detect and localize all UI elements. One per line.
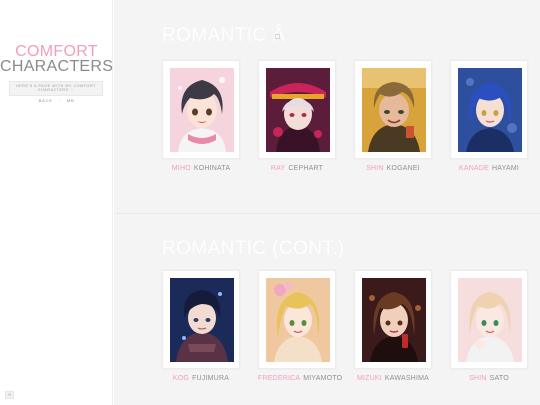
character-last-name: MIYAMOTO [303,375,343,382]
portrait-mizuki-icon [362,278,426,362]
section-marker-icon [275,34,280,39]
character-card[interactable] [162,60,240,159]
nav-link-mb[interactable]: MB [67,98,75,103]
site-title-line1: COMFORT [15,43,98,60]
character-first-name: SHIN [366,165,384,172]
character-last-name: CEPHART [288,165,324,172]
character-name: FREDERICA MIYAMOTO [258,375,342,382]
character-last-name: SATO [489,375,509,382]
description-box: HERE'S A PAGE WITH MY COMFORT CHARACTERS… [9,81,103,96]
portrait-shin-sato-icon [458,278,522,362]
character-first-name: KANADE [459,165,489,172]
sidebar: COMFORT CHARACTERS HERE'S A PAGE WITH MY… [0,0,113,405]
portrait-kanade-icon [458,68,522,152]
description-text: CHARACTERS [37,88,69,93]
section-divider [114,213,540,214]
character-name: MIHO KOHINATA [162,165,240,172]
character-card[interactable] [258,60,336,159]
description-line2: CHARACTERS ♡ [10,88,102,92]
character-card[interactable] [450,270,528,369]
portrait-miho-icon [170,68,234,152]
corner-toggle-button[interactable]: » [5,391,14,399]
character-name: KANADE HAYAMI [450,165,528,172]
character-card[interactable] [354,60,432,159]
character-first-name: FREDERICA [258,375,301,382]
character-first-name: MIHO [171,165,191,172]
character-card[interactable] [162,270,240,369]
section-title-romantic: ROMANTIC Â [162,25,286,46]
sidebar-nav: BACK · MB [0,98,113,103]
site-title-line2: CHARACTERS [0,58,114,75]
portrait-frederica-icon [266,278,330,362]
character-first-name: RAY [270,165,286,172]
main-content: ROMANTIC Â MIHO KOHINATA RAY CEPHART SHI… [114,0,540,405]
heart-icon: ♡ [70,88,75,93]
character-name: MIZUKI KAWASHIMA [354,375,432,382]
character-first-name: MIZUKI [357,375,382,382]
character-last-name: FUJIMURA [192,375,230,382]
character-card[interactable] [258,270,336,369]
character-first-name: KOG [172,375,190,382]
portrait-ray-icon [266,68,330,152]
character-card[interactable] [354,270,432,369]
character-card[interactable] [450,60,528,159]
character-last-name: KAWASHIMA [384,375,429,382]
character-last-name: KOGANEI [386,165,420,172]
character-name: SHIN KOGANEI [354,165,432,172]
character-name: KOG FUJIMURA [162,375,240,382]
character-last-name: HAYAMI [492,165,519,172]
character-name: SHIN SATO [450,375,528,382]
character-first-name: SHIN [469,375,487,382]
section-title-romantic-cont: ROMANTIC (CONT.) [162,238,345,259]
portrait-fujimura-icon [170,278,234,362]
character-name: RAY CEPHART [258,165,336,172]
site-title: COMFORT CHARACTERS [0,43,114,75]
character-last-name: KOHINATA [193,165,231,172]
nav-separator: · [58,98,61,103]
nav-link-back[interactable]: BACK [39,98,53,103]
portrait-shin-koganei-icon [362,68,426,152]
